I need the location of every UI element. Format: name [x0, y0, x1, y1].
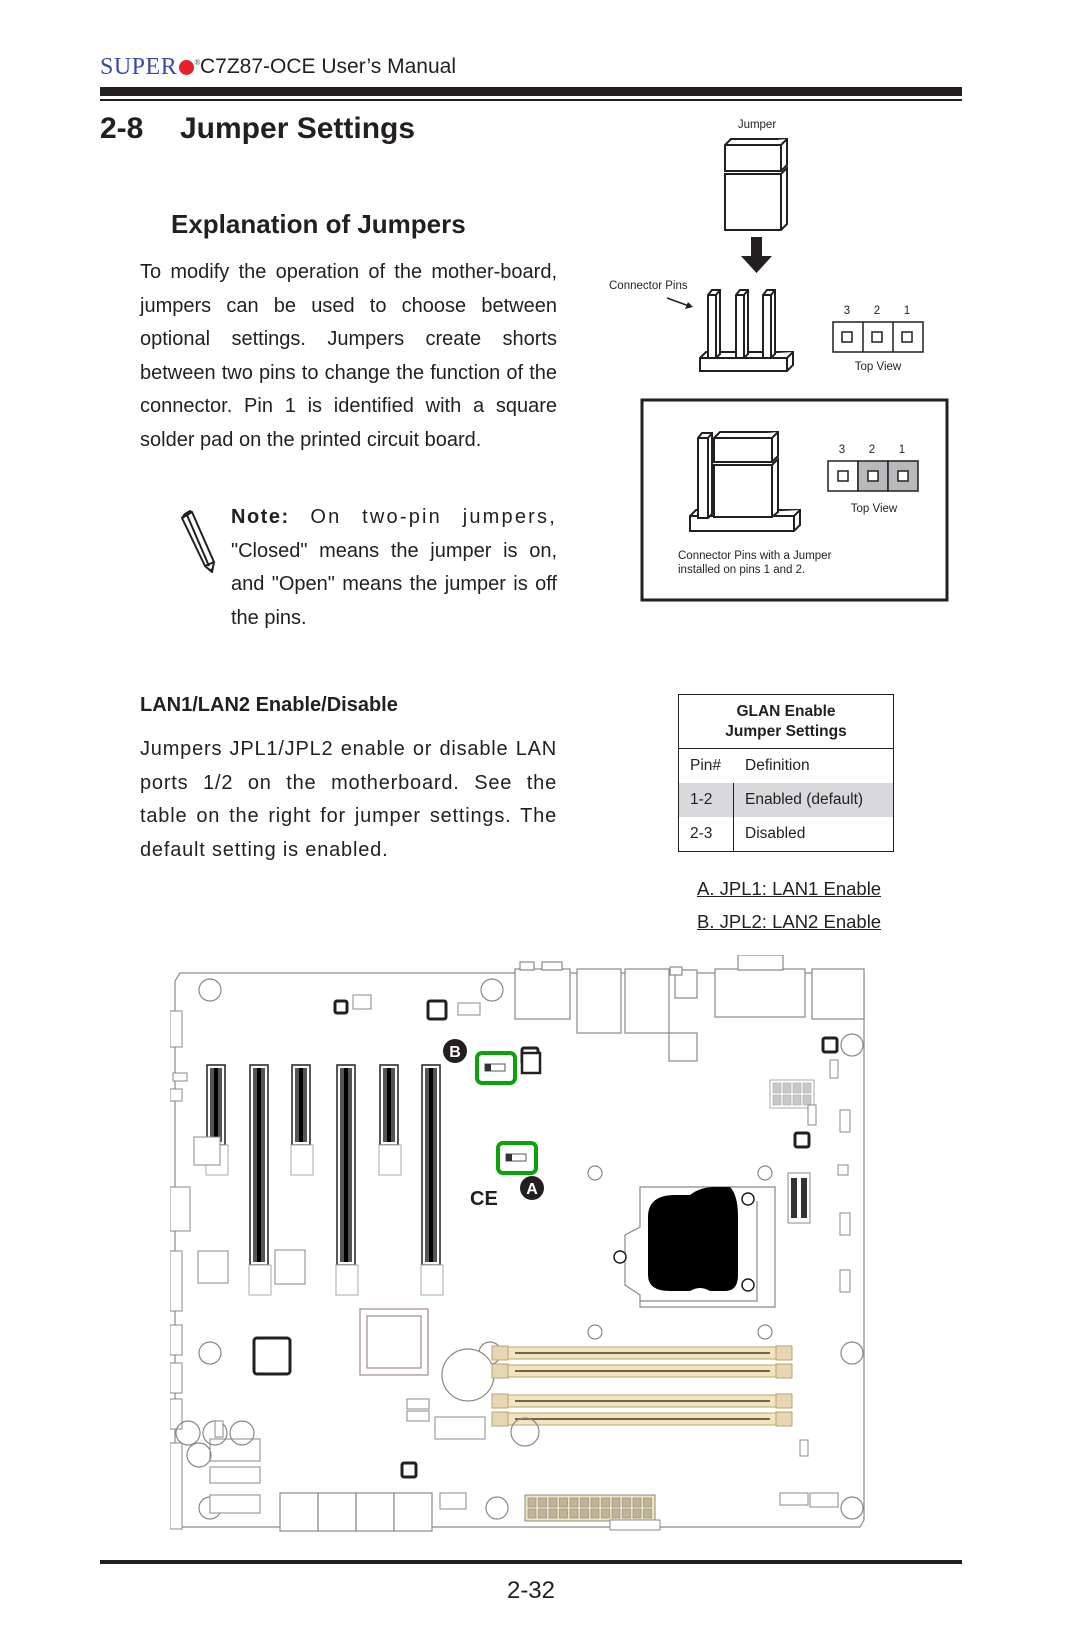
atx-power-connector — [524, 1494, 656, 1522]
sata-ports — [279, 1492, 433, 1532]
jumper-label: Jumper — [738, 119, 777, 131]
pch-chip — [359, 1308, 429, 1376]
cmos-battery — [441, 1348, 495, 1402]
page-number: 2-32 — [506, 1577, 556, 1604]
table-title: GLAN Enable Jumper Settings — [679, 695, 893, 749]
installed-jumper-diagram: 3 2 1 Top View Connector Pins with a Jum… — [640, 398, 949, 602]
down-arrow-icon — [741, 237, 772, 273]
box-top-view-label: Top View — [851, 503, 898, 515]
pin-number-1: 1 — [904, 305, 910, 317]
pin-number-2: 2 — [874, 305, 880, 317]
jumper-diagram: Jumper Connector Pins 3 2 1 Top View — [609, 119, 924, 373]
note-body: "Closed" means the jumper is on, and "Op… — [231, 539, 557, 629]
dimm-slots — [491, 1345, 793, 1427]
logo-dot-icon — [179, 60, 195, 75]
box-pin-number-2: 2 — [869, 444, 875, 456]
marker-a-label: A — [526, 1181, 538, 1198]
motherboard-layout: B A CE — [170, 955, 865, 1532]
pointer-arrow-line — [666, 297, 690, 307]
rear-io-panel — [514, 955, 865, 1034]
brand-text: SUPER — [100, 54, 178, 80]
lan-heading: LAN1/LAN2 Enable/Disable — [140, 694, 398, 716]
box-top-view-pins-icon — [827, 460, 919, 492]
marker-b-icon: B — [443, 1039, 467, 1063]
jumper-cap-icon — [724, 138, 788, 231]
table-title-line-2: Jumper Settings — [725, 723, 847, 740]
manual-title: C7Z87-OCE User’s Manual — [200, 55, 456, 78]
note-label: Note: — [231, 506, 290, 528]
callout-jpl1: A. JPL1: LAN1 Enable — [697, 878, 882, 899]
top-view-label: Top View — [855, 361, 902, 373]
box-pin-number-3: 3 — [839, 444, 845, 456]
pcie-slots — [205, 1064, 444, 1296]
cpu-socket — [613, 1186, 776, 1308]
footer-rule — [100, 1560, 962, 1564]
header-rule-thick — [100, 87, 962, 96]
column-header-pin: Pin# — [690, 757, 722, 774]
explanation-body: To modify the operation of the mother-bo… — [140, 261, 557, 451]
cpu-power-connector — [769, 1079, 815, 1109]
column-header-definition: Definition — [745, 757, 810, 774]
table-title-line-1: GLAN Enable — [736, 703, 836, 720]
box-pin-number-1: 1 — [899, 444, 905, 456]
left-headers — [170, 1010, 306, 1530]
section-number: 2-8 — [100, 112, 144, 145]
table-row: 2-3 Disabled — [679, 817, 893, 851]
io-vga — [714, 968, 806, 1018]
pin-number-3: 3 — [844, 305, 850, 317]
pin-cell: 2-3 — [679, 817, 734, 851]
io-lan1-usb — [576, 968, 622, 1034]
io-lan2-usb — [624, 968, 670, 1034]
ce-mark-icon: CE — [470, 1188, 498, 1210]
header-rule-thin — [100, 99, 962, 101]
note-lead: On two-pin jumpers, — [289, 506, 557, 528]
top-view-pins-icon — [832, 321, 924, 353]
jpl1-jumper-highlight[interactable] — [496, 1141, 538, 1175]
io-audio — [811, 968, 865, 1020]
pencil-note-icon — [181, 510, 215, 573]
glan-jumper-table: GLAN Enable Jumper Settings Pin# Definit… — [678, 694, 894, 852]
supermicro-logo: SUPER ® — [100, 54, 201, 81]
usb-header — [434, 1416, 486, 1440]
connector-pins-label: Connector Pins — [609, 280, 688, 292]
connector-pins-icon — [699, 289, 794, 372]
caption-line-1: Connector Pins with a Jumper — [678, 550, 832, 562]
callout-jpl2: B. JPL2: LAN2 Enable — [697, 911, 882, 932]
table-header-row: Pin# Definition — [679, 749, 893, 783]
marker-a-icon: A — [520, 1176, 544, 1200]
marker-b-label: B — [449, 1044, 461, 1061]
section-heading: 2-8 Jumper Settings — [100, 112, 415, 146]
pin-cell: 1-2 — [679, 783, 734, 817]
caption-line-2: installed on pins 1 and 2. — [678, 564, 805, 576]
jpl2-jumper-highlight[interactable] — [475, 1051, 517, 1085]
explanation-heading: Explanation of Jumpers — [171, 209, 466, 239]
note-text: Note: On two-pin jumpers, "Closed" means… — [231, 501, 557, 635]
section-title: Jumper Settings — [180, 112, 416, 145]
definition-cell: Enabled (default) — [745, 791, 864, 808]
table-row: 1-2 Enabled (default) — [679, 783, 893, 817]
lan-body: Jumpers JPL1/JPL2 enable or disable LAN … — [140, 738, 557, 861]
io-ps2-usb — [514, 968, 571, 1020]
definition-cell: Disabled — [745, 825, 806, 842]
